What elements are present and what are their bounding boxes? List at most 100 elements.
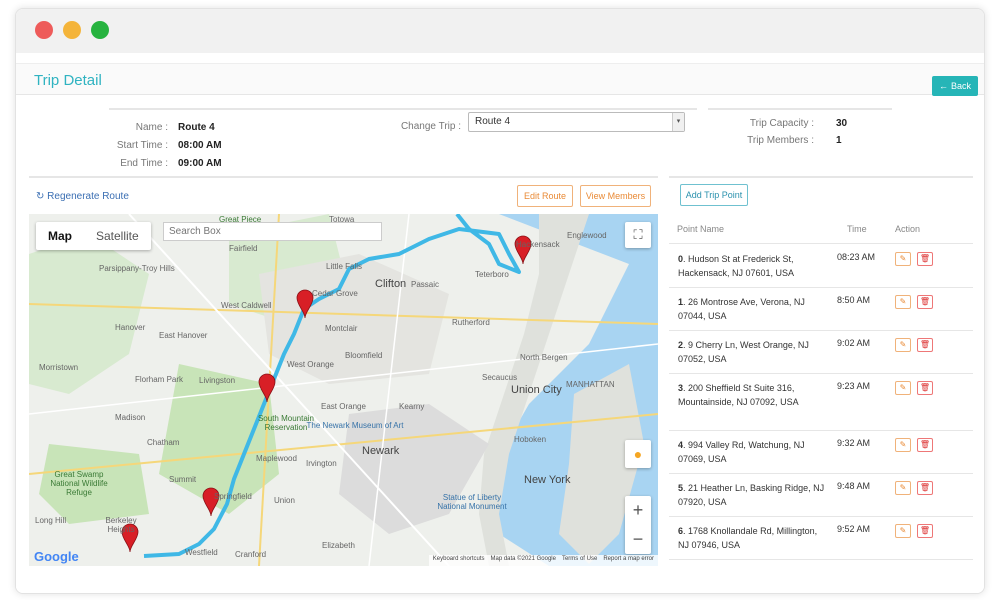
map-divider — [29, 176, 658, 178]
point-name-header: Point Name — [677, 224, 725, 234]
trash-icon[interactable]: 🗑 — [917, 338, 933, 352]
point-address: 2. 9 Cherry Ln, West Orange, NJ 07052, U… — [678, 340, 809, 364]
map-search-input[interactable] — [163, 222, 382, 241]
map-view-button[interactable]: Map — [36, 222, 84, 250]
zoom-out-button[interactable]: − — [625, 525, 651, 554]
points-table-header: Point Name Time Action — [669, 214, 973, 244]
info-divider — [708, 108, 892, 110]
edit-icon[interactable]: ✎ — [895, 481, 911, 495]
table-row: 2. 9 Cherry Ln, West Orange, NJ 07052, U… — [669, 331, 973, 374]
map-label: West Orange — [287, 360, 334, 369]
point-address: 3. 200 Sheffield St Suite 316, Mountains… — [678, 383, 799, 407]
edit-icon[interactable]: ✎ — [895, 338, 911, 352]
map-label: Long Hill — [35, 516, 67, 525]
edit-icon[interactable]: ✎ — [895, 381, 911, 395]
map-label: Elizabeth — [322, 541, 355, 550]
trash-icon[interactable]: 🗑 — [917, 438, 933, 452]
members-label: Trip Members : — [747, 135, 814, 146]
map-label: MANHATTAN — [566, 380, 615, 389]
point-time: 9:02 AM — [837, 338, 871, 348]
edit-icon[interactable]: ✎ — [895, 295, 911, 309]
name-value: Route 4 — [178, 122, 215, 133]
map-attribution: Keyboard shortcuts Map data ©2021 Google… — [428, 555, 658, 566]
table-row: 1. 26 Montrose Ave, Verona, NJ 07044, US… — [669, 288, 973, 331]
back-button[interactable]: ← Back — [931, 76, 978, 96]
edit-route-button[interactable]: Edit Route — [517, 185, 573, 207]
point-time: 9:48 AM — [837, 481, 871, 491]
map-label: Hackensack — [516, 240, 560, 249]
map-label: Westfield — [185, 548, 218, 557]
map-label: Florham Park — [135, 375, 184, 384]
map-label: Hoboken — [514, 435, 547, 444]
start-time-label: Start Time : — [116, 140, 168, 151]
time-header: Time — [847, 224, 867, 234]
map-label: Clifton — [375, 278, 407, 290]
edit-icon[interactable]: ✎ — [895, 524, 911, 538]
page-header: Trip Detail ← Back — [16, 63, 984, 96]
map-label: Secaucus — [482, 373, 518, 382]
trash-icon[interactable]: 🗑 — [917, 524, 933, 538]
end-time-label: End Time : — [120, 158, 168, 169]
point-time: 9:23 AM — [837, 381, 871, 391]
map-label: Madison — [115, 413, 146, 422]
regenerate-route-link[interactable]: ↻ Regenerate Route — [36, 191, 129, 202]
trash-icon[interactable]: 🗑 — [917, 295, 933, 309]
map-label: Teterboro — [475, 270, 509, 279]
map-label: Union City — [511, 384, 562, 396]
page-title: Trip Detail — [34, 72, 102, 89]
map-label: Statue of Liberty National Monument — [437, 493, 507, 511]
zoom-in-button[interactable]: + — [625, 496, 651, 525]
arrow-left-icon: ← — [938, 81, 948, 91]
trash-icon[interactable]: 🗑 — [917, 381, 933, 395]
view-members-button[interactable]: View Members — [580, 185, 651, 207]
action-header: Action — [895, 224, 921, 234]
add-trip-point-button[interactable]: Add Trip Point — [680, 184, 748, 206]
edit-icon[interactable]: ✎ — [895, 252, 911, 266]
satellite-view-button[interactable]: Satellite — [84, 222, 151, 250]
map-label: Irvington — [306, 459, 337, 468]
map-label: West Caldwell — [221, 301, 272, 310]
trash-icon[interactable]: 🗑 — [917, 481, 933, 495]
pegman-icon[interactable]: ● — [625, 440, 651, 468]
members-value: 1 — [836, 135, 842, 146]
map-label: Maplewood — [256, 454, 297, 463]
map-label: Passaic — [411, 280, 440, 289]
table-row: 0. Hudson St at Frederick St, Hackensack… — [669, 245, 973, 288]
keyboard-shortcuts-link[interactable]: Keyboard shortcuts — [433, 556, 485, 565]
app-window: Trip Detail ← Back Name : Route 4 Start … — [15, 8, 985, 594]
page-content: Trip Detail ← Back Name : Route 4 Start … — [16, 53, 984, 593]
map-label: New York — [524, 474, 571, 486]
point-address: 0. Hudson St at Frederick St, Hackensack… — [678, 254, 795, 278]
map-label: Cranford — [235, 550, 267, 559]
fullscreen-icon[interactable]: ⛶ — [625, 222, 651, 248]
table-divider — [669, 176, 973, 178]
map-data-text: Map data ©2021 Google — [490, 556, 556, 562]
map-label: Great Swamp National Wildlife Refuge — [50, 470, 108, 497]
report-error-link[interactable]: Report a map error — [603, 556, 654, 565]
map-label: Berkeley Heights — [105, 516, 137, 534]
point-address: 1. 26 Montrose Ave, Verona, NJ 07044, US… — [678, 297, 805, 321]
route-map[interactable]: Great Piece Totowa Hackensack Englewood … — [29, 214, 658, 566]
window-titlebar — [16, 9, 984, 53]
map-label: Rutherford — [452, 318, 490, 327]
point-address: 5. 21 Heather Ln, Basking Ridge, NJ 0792… — [678, 483, 825, 507]
end-time-value: 09:00 AM — [178, 158, 222, 169]
point-address: 4. 994 Valley Rd, Watchung, NJ 07069, US… — [678, 440, 805, 464]
map-type-toggle: Map Satellite — [36, 222, 151, 250]
point-time: 9:52 AM — [837, 524, 871, 534]
change-trip-select[interactable]: Route 4 ▾ — [468, 112, 685, 132]
edit-icon[interactable]: ✎ — [895, 438, 911, 452]
map-label: Chatham — [147, 438, 180, 447]
zoom-controls: + − — [625, 496, 651, 554]
start-time-value: 08:00 AM — [178, 140, 222, 151]
terms-link[interactable]: Terms of Use — [562, 556, 597, 565]
table-row: 3. 200 Sheffield St Suite 316, Mountains… — [669, 374, 973, 431]
trash-icon[interactable]: 🗑 — [917, 252, 933, 266]
maximize-window-button[interactable] — [91, 21, 109, 39]
close-window-button[interactable] — [35, 21, 53, 39]
minimize-window-button[interactable] — [63, 21, 81, 39]
regenerate-route-label: Regenerate Route — [47, 191, 129, 202]
map-label: Fairfield — [229, 244, 258, 253]
map-label: Morristown — [39, 363, 79, 372]
point-time: 8:50 AM — [837, 295, 871, 305]
